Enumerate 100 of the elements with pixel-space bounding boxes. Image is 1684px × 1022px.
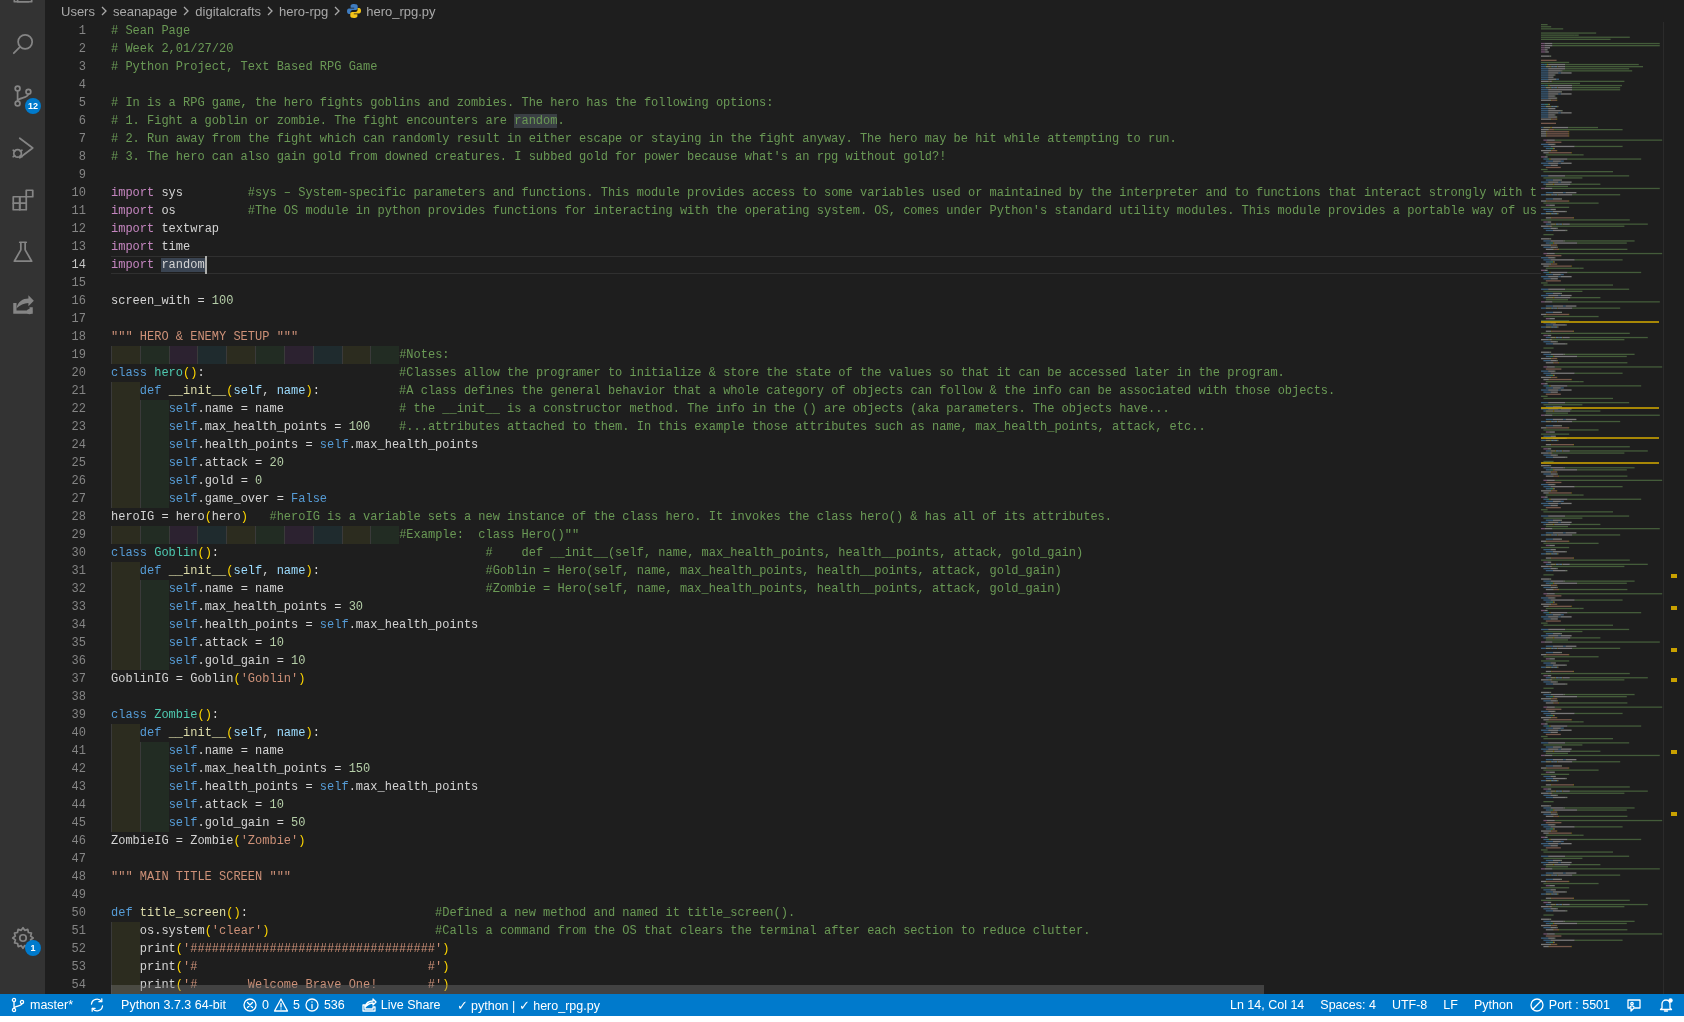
line-number: 2: [77, 41, 86, 58]
status-item[interactable]: Python 3.7.3 64-bit: [115, 994, 232, 1016]
code-line: self.attack = 10: [111, 634, 284, 652]
line-number: 52: [70, 941, 86, 958]
line-number: 51: [70, 923, 86, 940]
line-number: 22: [70, 401, 86, 418]
code-line: class Zombie():: [111, 707, 220, 724]
line-number: 40: [70, 725, 86, 742]
line-number: 19: [70, 347, 86, 364]
line-number: 8: [77, 149, 86, 166]
breadcrumb-item[interactable]: hero_rpg.py: [366, 3, 436, 19]
code-line: import time: [111, 239, 191, 256]
line-number: 15: [70, 275, 86, 292]
code-line: screen_with = 100: [111, 293, 234, 310]
code-line: def __init__(self, name):: [111, 724, 320, 742]
line-number: 17: [70, 311, 86, 328]
code-line: """ HERO & ENEMY SETUP """: [111, 329, 299, 346]
status-item[interactable]: Ln 14, Col 14: [1223, 994, 1311, 1016]
breadcrumb-item[interactable]: Users: [61, 3, 95, 19]
code-line: """ MAIN TITLE SCREEN """: [111, 869, 292, 886]
code-line: import sys #sys – System-specific parameters and functions. This module provides access to some variables used or maintained by the interpreter and to functions that interact strongly with t: [111, 185, 1537, 202]
breadcrumb-item[interactable]: hero-rpg: [279, 3, 329, 19]
line-number: 39: [70, 707, 86, 724]
extensions-icon[interactable]: [9, 187, 36, 213]
code-line: # In is a RPG game, the hero fights goblins and zombies. The hero has the following options:: [111, 95, 774, 112]
status-item[interactable]: Port : 5501: [1522, 994, 1616, 1016]
status-item[interactable]: Live Share: [354, 994, 447, 1016]
code-line: def title_screen(): #Defined a new method and named it title_screen().: [111, 905, 796, 922]
line-number: 1: [77, 23, 86, 40]
line-number: 23: [70, 419, 86, 436]
line-number: 9: [77, 167, 86, 184]
line-number: 16: [70, 293, 86, 310]
code-line: # Week 2,01/27/20: [111, 41, 234, 58]
line-number: 12: [70, 221, 86, 238]
code-line: self.health_points = self.max_health_points: [111, 778, 479, 796]
code-line: # 2. Run away from the fight which can randomly result in either escape or staying in the fight anyway. The hero may be hit while attempting to run.: [111, 131, 1177, 148]
status-item[interactable]: Spaces: 4: [1314, 994, 1382, 1016]
line-number: 31: [70, 563, 86, 580]
branch-icon: [10, 997, 26, 1013]
code-line: self.max_health_points = 30: [111, 598, 364, 616]
code-line: import random: [111, 257, 205, 274]
line-number: 46: [70, 833, 86, 850]
code-line: print('# #'): [111, 958, 450, 976]
gear-icon[interactable]: [9, 925, 36, 951]
line-number: 11: [70, 203, 86, 220]
code-line: # 3. The hero can also gain gold from downed creatures. I subbed gold for power because what's an rpg without gold?!: [111, 149, 947, 166]
line-number: 13: [70, 239, 86, 256]
status-item[interactable]: ✓ python | ✓ hero_rpg.py: [450, 994, 606, 1016]
count-badge: 1: [25, 940, 41, 956]
code-line: self.name = name #Zombie = Hero(self, name, max_health_points, health__points, attack, gold_gain): [111, 580, 1062, 598]
code-line: import os #The OS module in python provides functions for interacting with the operating system. OS, comes under Python's standard utility modules. This module provides a portable way of us: [111, 203, 1537, 220]
warning-icon: [272, 997, 289, 1013]
line-number: 49: [70, 887, 86, 904]
code-line: self.gold_gain = 10: [111, 652, 306, 670]
line-number: 20: [70, 365, 86, 382]
code-line: self.name = name: [111, 742, 284, 760]
bell-icon: [1658, 997, 1674, 1013]
code-line: # Python Project, Text Based RPG Game: [111, 59, 378, 76]
line-number: 3: [77, 59, 86, 76]
status-item[interactable]: 0 5 536: [236, 994, 351, 1016]
status-item[interactable]: Python: [1467, 994, 1519, 1016]
breadcrumb-item[interactable]: digitalcrafts: [195, 3, 262, 19]
line-number: 30: [70, 545, 86, 562]
line-number: 24: [70, 437, 86, 454]
code-line: GoblinIG = Goblin('Goblin'): [111, 671, 306, 688]
line-number: 47: [70, 851, 86, 868]
line-number: 43: [70, 779, 86, 796]
line-number: 27: [70, 491, 86, 508]
line-number: 18: [70, 329, 86, 346]
line-number: 42: [70, 761, 86, 778]
share-icon: [360, 997, 377, 1013]
breadcrumb-item[interactable]: seanapage: [112, 3, 178, 19]
code-line: self.gold_gain = 50: [111, 814, 306, 832]
status-item[interactable]: UTF-8: [1385, 994, 1434, 1016]
run-debug-icon[interactable]: [9, 135, 36, 161]
info-icon: [303, 997, 320, 1013]
line-number: 21: [70, 383, 86, 400]
code-line: self.max_health_points = 150: [111, 760, 371, 778]
code-line: heroIG = hero(hero) #heroIG is a variable sets a new instance of the class hero. It invokes the class hero() & has all of its attributes.: [111, 509, 1112, 526]
code-line: self.attack = 10: [111, 796, 284, 814]
line-number: 38: [70, 689, 86, 706]
line-number: 37: [70, 671, 86, 688]
line-number: 45: [70, 815, 86, 832]
error-icon: [242, 997, 258, 1013]
line-number: 36: [70, 653, 86, 670]
blocked-icon: [1528, 997, 1545, 1013]
code-line: os.system('clear') #Calls a command from the OS that clears the terminal after each section to reduce clutter.: [111, 922, 1091, 940]
code-line: print('##################################'): [111, 940, 450, 958]
code-line: print('# Welcome Brave One! #'): [111, 976, 450, 994]
code-line: import textwrap: [111, 221, 220, 238]
sync-icon: [89, 997, 106, 1013]
code-line: self.game_over = False: [111, 490, 328, 508]
line-number: 41: [70, 743, 86, 760]
line-number: 25: [70, 455, 86, 472]
status-item[interactable]: master*: [4, 994, 80, 1016]
code-line: self.max_health_points = 100 #...attributes attached to them. In this example those attributes such as name, max_health_points, attack, etc..: [111, 418, 1206, 436]
status-item[interactable]: LF: [1437, 994, 1464, 1016]
code-line: class hero(): #Classes allow the programer to initialize & store the state of the values so that it can be accessed later in the program.: [111, 365, 1285, 382]
text-cursor: [204, 256, 207, 274]
line-number: 29: [70, 527, 86, 544]
